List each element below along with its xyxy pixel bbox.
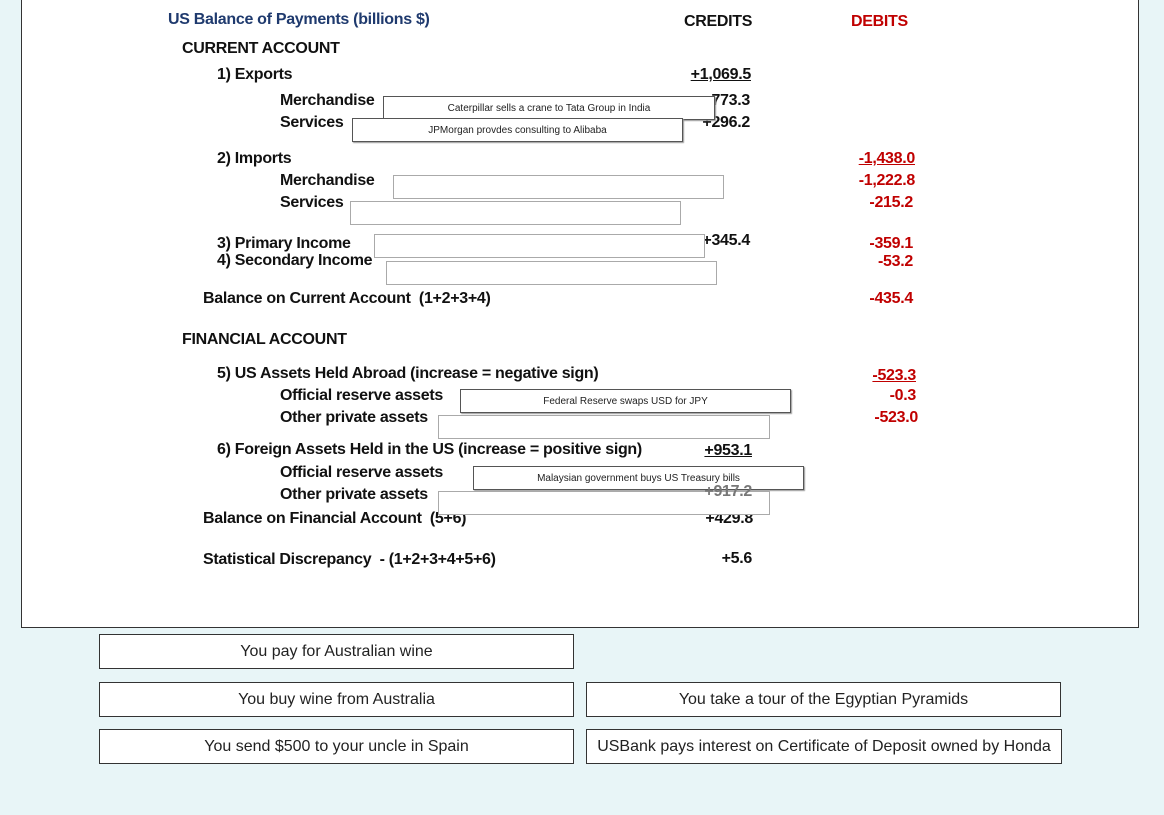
- credits-header: CREDITS: [684, 13, 753, 30]
- drop-zone-exports-merchandise[interactable]: Caterpillar sells a crane to Tata Group …: [383, 96, 715, 120]
- foreign-private-credit: +917.2: [704, 483, 752, 500]
- imports-merch-debit: -1,222.8: [858, 172, 916, 189]
- secondary-income-label: 4) Secondary Income: [217, 252, 373, 269]
- drop-zone-us-official-reserve[interactable]: Federal Reserve swaps USD for JPY: [460, 389, 791, 413]
- imports-debit: -1,438.0: [858, 150, 916, 167]
- bca-debit: -435.4: [869, 290, 913, 307]
- financial-account-heading: FINANCIAL ACCOUNT: [182, 331, 347, 348]
- foreign-official-label: Official reserve assets: [280, 464, 443, 481]
- draggable-card[interactable]: You send $500 to your uncle in Spain: [99, 729, 574, 764]
- exports-merch-label: Merchandise: [280, 92, 375, 109]
- bca-label: Balance on Current Account (1+2+3+4): [203, 290, 491, 307]
- us-official-label: Official reserve assets: [280, 387, 443, 404]
- drop-zone-primary-income[interactable]: [374, 234, 705, 258]
- secondary-income-debit: -53.2: [878, 253, 913, 270]
- drop-zone-secondary-income[interactable]: [386, 261, 717, 285]
- us-assets-debit: -523.3: [872, 367, 916, 384]
- drop-zone-us-private-assets[interactable]: [438, 415, 770, 439]
- us-private-label: Other private assets: [280, 409, 428, 426]
- foreign-assets-credit: +953.1: [704, 442, 752, 459]
- exports-label: 1) Exports: [217, 66, 293, 83]
- balance-of-payments-panel: [21, 0, 1139, 628]
- draggable-card[interactable]: You take a tour of the Egyptian Pyramids: [586, 682, 1061, 717]
- drop-zone-imports-services[interactable]: [350, 201, 681, 225]
- current-account-heading: CURRENT ACCOUNT: [182, 40, 340, 57]
- draggable-card[interactable]: You pay for Australian wine: [99, 634, 574, 669]
- exports-credit: +1,069.5: [690, 66, 752, 83]
- foreign-assets-label: 6) Foreign Assets Held in the US (increa…: [217, 441, 642, 458]
- primary-income-debit: -359.1: [869, 235, 913, 252]
- us-assets-label: 5) US Assets Held Abroad (increase = neg…: [217, 365, 599, 382]
- imports-serv-debit: -215.2: [869, 194, 913, 211]
- us-official-debit: -0.3: [889, 387, 917, 404]
- imports-merch-label: Merchandise: [280, 172, 375, 189]
- debits-header: DEBITS: [851, 13, 908, 30]
- table-title: US Balance of Payments (billions $): [168, 11, 430, 28]
- primary-income-label: 3) Primary Income: [217, 235, 351, 252]
- imports-serv-label: Services: [280, 194, 344, 211]
- discrepancy-credit: +5.6: [721, 550, 753, 567]
- imports-label: 2) Imports: [217, 150, 292, 167]
- drop-zone-imports-merchandise[interactable]: [393, 175, 724, 199]
- drop-zone-foreign-official-reserve[interactable]: Malaysian government buys US Treasury bi…: [473, 466, 804, 490]
- drop-zone-exports-services[interactable]: JPMorgan provdes consulting to Alibaba: [352, 118, 683, 142]
- exports-serv-label: Services: [280, 114, 344, 131]
- draggable-card[interactable]: You buy wine from Australia: [99, 682, 574, 717]
- discrepancy-label: Statistical Discrepancy - (1+2+3+4+5+6): [203, 551, 496, 568]
- foreign-private-label: Other private assets: [280, 486, 428, 503]
- bfa-label: Balance on Financial Account (5+6): [203, 510, 467, 527]
- us-private-debit: -523.0: [874, 409, 918, 426]
- draggable-card[interactable]: USBank pays interest on Certificate of D…: [586, 729, 1062, 764]
